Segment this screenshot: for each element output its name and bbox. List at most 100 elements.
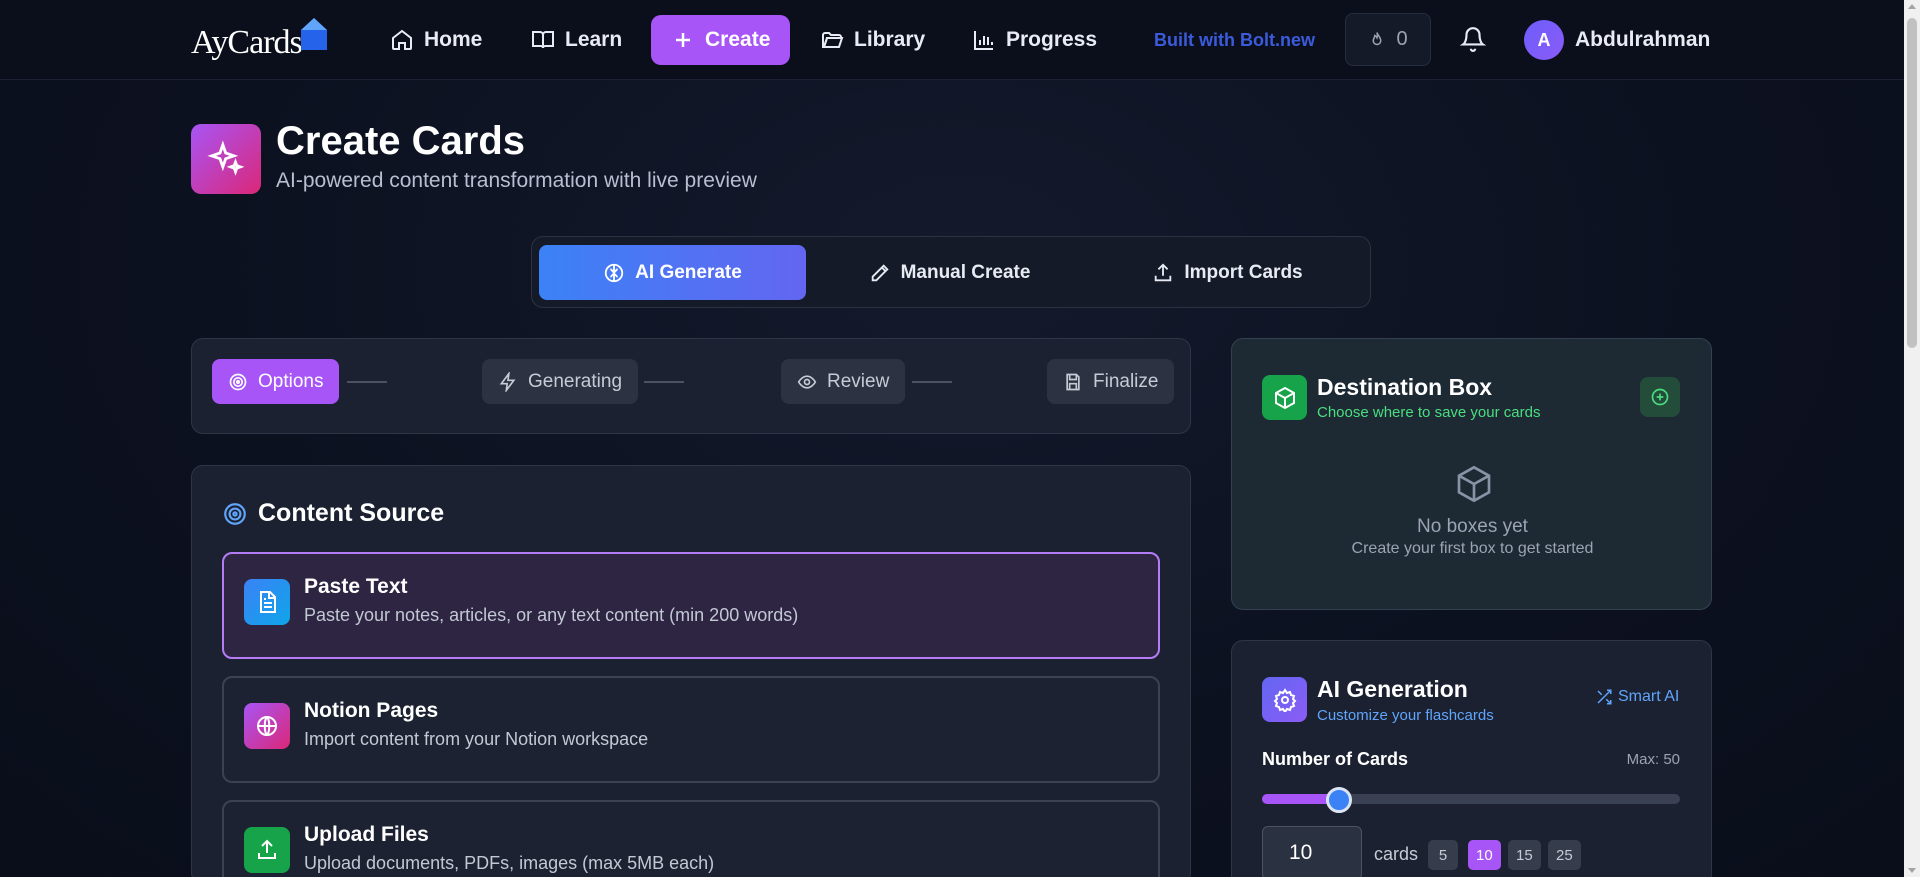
card-count-input[interactable] — [1262, 826, 1362, 877]
preset-25[interactable]: 25 — [1548, 840, 1581, 870]
step-generating[interactable]: Generating — [482, 359, 639, 404]
ai-generation-subtitle: Customize your flashcards — [1317, 707, 1494, 724]
step-options[interactable]: Options — [212, 359, 340, 404]
empty-state-title: No boxes yet — [1417, 516, 1528, 537]
nav-home-label: Home — [424, 28, 483, 51]
nav-library[interactable]: Library — [806, 15, 939, 65]
box-icon — [1262, 375, 1307, 420]
bell-icon[interactable] — [1460, 26, 1486, 52]
page-scrollbar[interactable] — [1904, 0, 1920, 877]
page-title: Create Cards — [276, 119, 526, 163]
source-name: Upload Files — [304, 823, 429, 846]
scroll-up-arrow[interactable] — [1908, 4, 1916, 9]
book-icon — [532, 31, 554, 49]
tab-manual-create[interactable]: Manual Create — [817, 245, 1082, 300]
home-icon — [392, 29, 412, 50]
nav-learn[interactable]: Learn — [517, 15, 636, 65]
sparkles-icon — [191, 124, 261, 194]
tab-manual-create-label: Manual Create — [900, 261, 1031, 283]
streak-count: 0 — [1396, 28, 1408, 50]
step-connector — [912, 381, 952, 383]
card-count-label: Number of Cards — [1262, 749, 1409, 769]
target-icon — [224, 502, 246, 525]
upload-icon — [1155, 262, 1172, 281]
slider-thumb[interactable] — [1325, 787, 1352, 813]
card-count-slider[interactable] — [1262, 794, 1680, 804]
step-connector — [347, 381, 387, 383]
source-notion-pages[interactable]: Notion Pages Import content from your No… — [222, 676, 1160, 783]
tab-import-cards-label: Import Cards — [1184, 261, 1303, 283]
upload-icon — [244, 827, 290, 873]
content-source-title: Content Source — [258, 499, 445, 527]
add-box-button[interactable] — [1640, 377, 1680, 417]
step-generating-label: Generating — [528, 370, 623, 392]
folder-icon — [822, 32, 844, 48]
step-review[interactable]: Review — [781, 359, 906, 404]
ai-generation-title: AI Generation — [1317, 676, 1468, 702]
destination-box-panel: Destination Box Choose where to save you… — [1231, 338, 1712, 610]
destination-subtitle: Choose where to save your cards — [1317, 404, 1541, 421]
scroll-down-arrow[interactable] — [1908, 868, 1916, 873]
nav-create[interactable]: Create — [651, 15, 791, 65]
mode-tabs: AI Generate Manual Create Import Cards — [531, 236, 1371, 308]
page-subtitle: AI-powered content transformation with l… — [276, 169, 757, 192]
cards-unit-label: cards — [1374, 844, 1419, 864]
scroll-thumb[interactable] — [1907, 18, 1917, 348]
lightning-icon — [499, 371, 516, 392]
step-finalize[interactable]: Finalize — [1047, 359, 1175, 404]
logo-text: AyCards — [191, 24, 303, 61]
nav-library-label: Library — [854, 28, 926, 51]
tab-ai-generate[interactable]: AI Generate — [539, 245, 806, 300]
step-options-label: Options — [258, 370, 324, 392]
ai-generation-panel: AI Generation Customize your flashcards … — [1231, 640, 1712, 877]
built-with-link[interactable]: Built with Bolt.new — [1154, 30, 1315, 51]
source-description: Import content from your Notion workspac… — [304, 729, 649, 749]
user-name[interactable]: Abdulrahman — [1575, 28, 1710, 52]
preset-5[interactable]: 5 — [1428, 840, 1458, 870]
document-icon — [244, 579, 290, 625]
target-icon — [229, 373, 247, 390]
source-name: Notion Pages — [304, 699, 439, 722]
plus-circle-icon — [1651, 388, 1669, 406]
save-icon — [1066, 373, 1080, 390]
brain-icon — [605, 263, 624, 282]
preset-15[interactable]: 15 — [1508, 840, 1541, 870]
step-finalize-label: Finalize — [1093, 370, 1159, 392]
progress-stepper: Options Generating Review Finalize — [191, 338, 1191, 434]
flame-icon — [1372, 31, 1382, 45]
source-description: Upload documents, PDFs, images (max 5MB … — [304, 853, 715, 873]
globe-icon — [244, 703, 290, 749]
gear-icon — [1262, 677, 1307, 722]
nav-create-label: Create — [705, 28, 771, 51]
source-paste-text[interactable]: Paste Text Paste your notes, articles, o… — [222, 552, 1160, 659]
preset-10[interactable]: 10 — [1468, 840, 1501, 870]
streak-counter[interactable]: 0 — [1345, 13, 1431, 66]
content-source-heading: Content Source — [222, 499, 444, 528]
bar-chart-icon — [974, 31, 993, 50]
content-source-panel: Content Source Paste Text Paste your not… — [191, 465, 1191, 877]
step-connector — [644, 381, 684, 383]
empty-state-subtitle: Create your first box to get started — [1351, 540, 1594, 557]
smart-ai-toggle[interactable]: Smart AI — [1595, 688, 1679, 706]
card-count-max: Max: 50 — [1626, 751, 1680, 768]
nav-progress-label: Progress — [1006, 28, 1098, 51]
nav-progress[interactable]: Progress — [958, 15, 1111, 65]
logo-house-icon — [301, 18, 327, 50]
nav-home[interactable]: Home — [376, 15, 496, 65]
plus-icon — [676, 33, 690, 47]
nav-learn-label: Learn — [565, 28, 623, 51]
source-name: Paste Text — [304, 575, 408, 598]
tab-import-cards[interactable]: Import Cards — [1095, 245, 1360, 300]
empty-box-icon — [1457, 465, 1491, 503]
tab-ai-generate-label: AI Generate — [635, 261, 742, 283]
avatar[interactable]: A — [1524, 20, 1564, 60]
smart-ai-label: Smart AI — [1618, 688, 1680, 705]
eye-icon — [797, 374, 817, 389]
step-review-label: Review — [827, 370, 890, 392]
pencil-icon — [871, 263, 889, 281]
source-upload-files[interactable]: Upload Files Upload documents, PDFs, ima… — [222, 800, 1160, 877]
shuffle-icon — [1597, 689, 1612, 705]
top-nav: AyCards Home Learn Create Library Progre… — [0, 0, 1904, 80]
source-description: Paste your notes, articles, or any text … — [304, 605, 799, 625]
destination-title: Destination Box — [1317, 374, 1493, 400]
